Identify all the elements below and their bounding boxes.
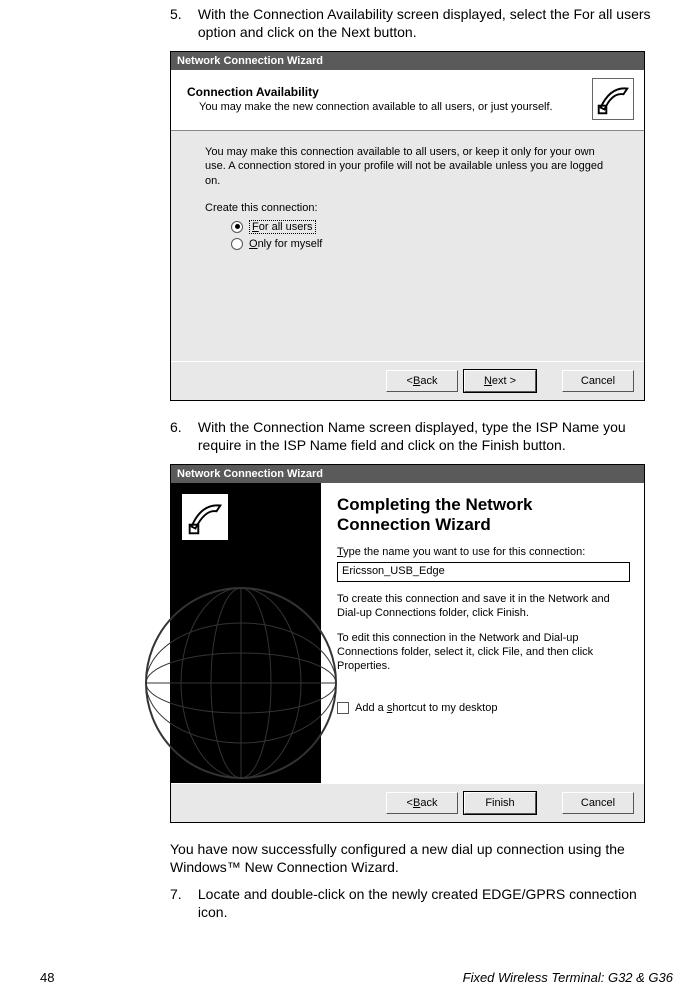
wizard1-header-title: Connection Availability (187, 85, 553, 99)
step-7-num: 7. (170, 886, 194, 904)
radio-only-myself[interactable]: Only for myself (231, 238, 610, 250)
radio-icon (231, 221, 243, 233)
success-text: You have now successfully configured a n… (170, 841, 675, 876)
wizard1-header: Connection Availability You may make the… (171, 70, 644, 131)
step-5: 5. With the Connection Availability scre… (170, 6, 675, 41)
connection-name-input[interactable]: Ericsson_USB_Edge (337, 562, 630, 582)
connection-icon (181, 493, 229, 541)
step-5-num: 5. (170, 6, 194, 24)
radio-icon (231, 238, 243, 250)
wizard-completing: Network Connection Wizard Completing the… (170, 464, 645, 823)
finish-button[interactable]: Finish (464, 792, 536, 814)
wizard-connection-availability: Network Connection Wizard Connection Ava… (170, 51, 645, 401)
radio-for-all-users[interactable]: For all users (231, 220, 610, 234)
page-footer: 48 Fixed Wireless Terminal: G32 & G36 (0, 970, 695, 985)
wizard1-desc: You may make this connection available t… (205, 145, 610, 188)
cancel-button[interactable]: Cancel (562, 792, 634, 814)
back-button[interactable]: < Back (386, 370, 458, 392)
step-6-text: With the Connection Name screen displaye… (198, 419, 658, 454)
back-button[interactable]: < Back (386, 792, 458, 814)
wizard1-header-sub: You may make the new connection availabl… (187, 101, 553, 113)
radio1-label: For all users (249, 220, 316, 234)
wizard2-para2: To edit this connection in the Network a… (337, 631, 630, 674)
cancel-button[interactable]: Cancel (562, 370, 634, 392)
shortcut-label: Add a shortcut to my desktop (355, 702, 497, 714)
wizard1-buttonbar: < Back Next > Cancel (171, 361, 644, 400)
wizard2-para1: To create this connection and save it in… (337, 592, 630, 621)
step-6-num: 6. (170, 419, 194, 437)
next-button[interactable]: Next > (464, 370, 536, 392)
footer-title: Fixed Wireless Terminal: G32 & G36 (463, 970, 673, 985)
wizard1-create-label: Create this connection: (205, 202, 610, 214)
radio2-label: Only for myself (249, 238, 322, 250)
wizard2-heading: Completing the Network Connection Wizard (337, 495, 630, 534)
name-label: Type the name you want to use for this c… (337, 546, 630, 558)
wizard2-body: Completing the Network Connection Wizard… (171, 483, 644, 783)
wizard2-buttonbar: < Back Finish Cancel (171, 783, 644, 822)
step-5-text: With the Connection Availability screen … (198, 6, 658, 41)
wizard2-sidepanel (171, 483, 321, 783)
step-7: 7. Locate and double-click on the newly … (170, 886, 675, 921)
step-7-text: Locate and double-click on the newly cre… (198, 886, 658, 921)
step-6: 6. With the Connection Name screen displ… (170, 419, 675, 454)
connection-icon (592, 78, 634, 120)
wizard1-titlebar: Network Connection Wizard (171, 52, 644, 70)
page-number: 48 (40, 970, 54, 985)
wizard2-titlebar: Network Connection Wizard (171, 465, 644, 483)
wizard2-mainpanel: Completing the Network Connection Wizard… (321, 483, 644, 783)
wizard1-content: You may make this connection available t… (171, 131, 644, 361)
shortcut-checkbox[interactable]: Add a shortcut to my desktop (337, 702, 630, 714)
